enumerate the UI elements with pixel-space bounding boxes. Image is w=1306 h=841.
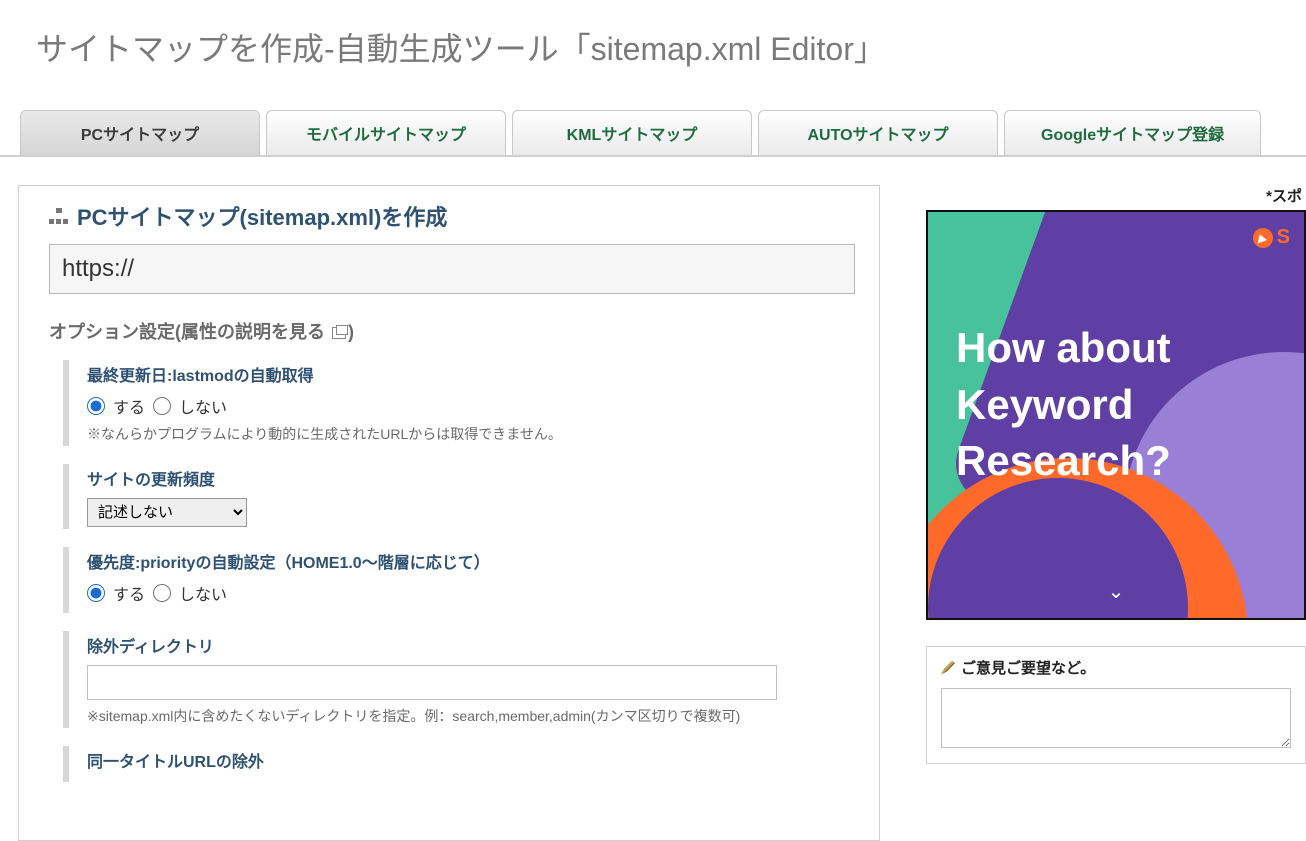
options-heading-suffix: ) bbox=[348, 322, 354, 342]
option-priority-title: 優先度:priorityの自動設定（HOME1.0〜階層に応じて） bbox=[87, 549, 855, 573]
frequency-select[interactable]: 記述しない bbox=[87, 498, 247, 527]
pencil-icon bbox=[941, 661, 955, 675]
option-lastmod: 最終更新日:lastmodの自動取得 する しない ※なんらかプログラムにより動… bbox=[63, 360, 855, 446]
tab-google-register[interactable]: Googleサイトマップ登録 bbox=[1004, 110, 1261, 155]
ad-headline-line1: How about bbox=[956, 320, 1171, 377]
exclude-dir-input[interactable] bbox=[87, 665, 777, 700]
priority-radio-yes[interactable] bbox=[87, 584, 105, 602]
option-frequency-title: サイトの更新頻度 bbox=[87, 466, 855, 490]
lastmod-yes-label: する bbox=[113, 394, 145, 418]
page-title: サイトマップを作成-自動生成ツール「sitemap.xml Editor」 bbox=[0, 0, 1306, 110]
options-heading: オプション設定(属性の説明を見る ) bbox=[49, 318, 855, 344]
section-heading: PCサイトマップ(sitemap.xml)を作成 bbox=[49, 200, 855, 232]
options-heading-prefix: オプション設定( bbox=[49, 322, 181, 342]
feedback-textarea[interactable] bbox=[941, 688, 1291, 748]
option-frequency: サイトの更新頻度 記述しない bbox=[63, 464, 855, 529]
option-same-title: 同一タイトルURLの除外 bbox=[63, 746, 855, 782]
ad-headline: How about Keyword Research? bbox=[956, 320, 1171, 490]
priority-radio-no[interactable] bbox=[153, 584, 171, 602]
chevron-down-icon: ⌄ bbox=[1108, 579, 1125, 604]
exclude-dir-note: ※sitemap.xml内に含めたくないディレクトリを指定。例：search,m… bbox=[87, 706, 855, 726]
lastmod-no-label: しない bbox=[179, 394, 227, 418]
tab-pc-sitemap[interactable]: PCサイトマップ bbox=[20, 110, 260, 155]
feedback-heading: ご意見ご要望など。 bbox=[961, 657, 1095, 678]
url-input[interactable] bbox=[49, 244, 855, 294]
option-priority: 優先度:priorityの自動設定（HOME1.0〜階層に応じて） する しない bbox=[63, 547, 855, 613]
tab-mobile-sitemap[interactable]: モバイルサイトマップ bbox=[266, 110, 506, 155]
tab-bar: PCサイトマップ モバイルサイトマップ KMLサイトマップ AUTOサイトマップ… bbox=[0, 110, 1306, 157]
flame-icon bbox=[1253, 228, 1273, 248]
right-column: *スポ S How about Keyword Research? ⌄ ご意見ご… bbox=[926, 185, 1306, 764]
ad-brand-letter: S bbox=[1277, 226, 1290, 249]
options-attr-link[interactable]: 属性の説明を見る bbox=[181, 322, 325, 342]
option-lastmod-title: 最終更新日:lastmodの自動取得 bbox=[87, 362, 855, 386]
option-same-title-heading: 同一タイトルURLの除外 bbox=[87, 748, 855, 772]
feedback-panel: ご意見ご要望など。 bbox=[926, 646, 1306, 764]
lastmod-radio-yes[interactable] bbox=[87, 397, 105, 415]
ad-banner[interactable]: S How about Keyword Research? ⌄ bbox=[926, 210, 1306, 620]
sponsor-label: *スポ bbox=[926, 185, 1306, 206]
tab-kml-sitemap[interactable]: KMLサイトマップ bbox=[512, 110, 752, 155]
tab-auto-sitemap[interactable]: AUTOサイトマップ bbox=[758, 110, 998, 155]
external-link-icon bbox=[332, 327, 346, 339]
ad-headline-line3: Research? bbox=[956, 433, 1171, 490]
lastmod-radio-no[interactable] bbox=[153, 397, 171, 415]
option-exclude-dir: 除外ディレクトリ ※sitemap.xml内に含めたくないディレクトリを指定。例… bbox=[63, 631, 855, 728]
ad-headline-line2: Keyword bbox=[956, 377, 1171, 434]
sitemap-icon bbox=[49, 208, 69, 224]
main-panel: PCサイトマップ(sitemap.xml)を作成 オプション設定(属性の説明を見… bbox=[18, 185, 880, 841]
lastmod-note: ※なんらかプログラムにより動的に生成されたURLからは取得できません。 bbox=[87, 424, 855, 444]
priority-no-label: しない bbox=[179, 581, 227, 605]
priority-yes-label: する bbox=[113, 581, 145, 605]
section-heading-text: PCサイトマップ(sitemap.xml)を作成 bbox=[77, 200, 447, 232]
option-exclude-title: 除外ディレクトリ bbox=[87, 633, 855, 657]
ad-brand-logo: S bbox=[1253, 226, 1290, 249]
